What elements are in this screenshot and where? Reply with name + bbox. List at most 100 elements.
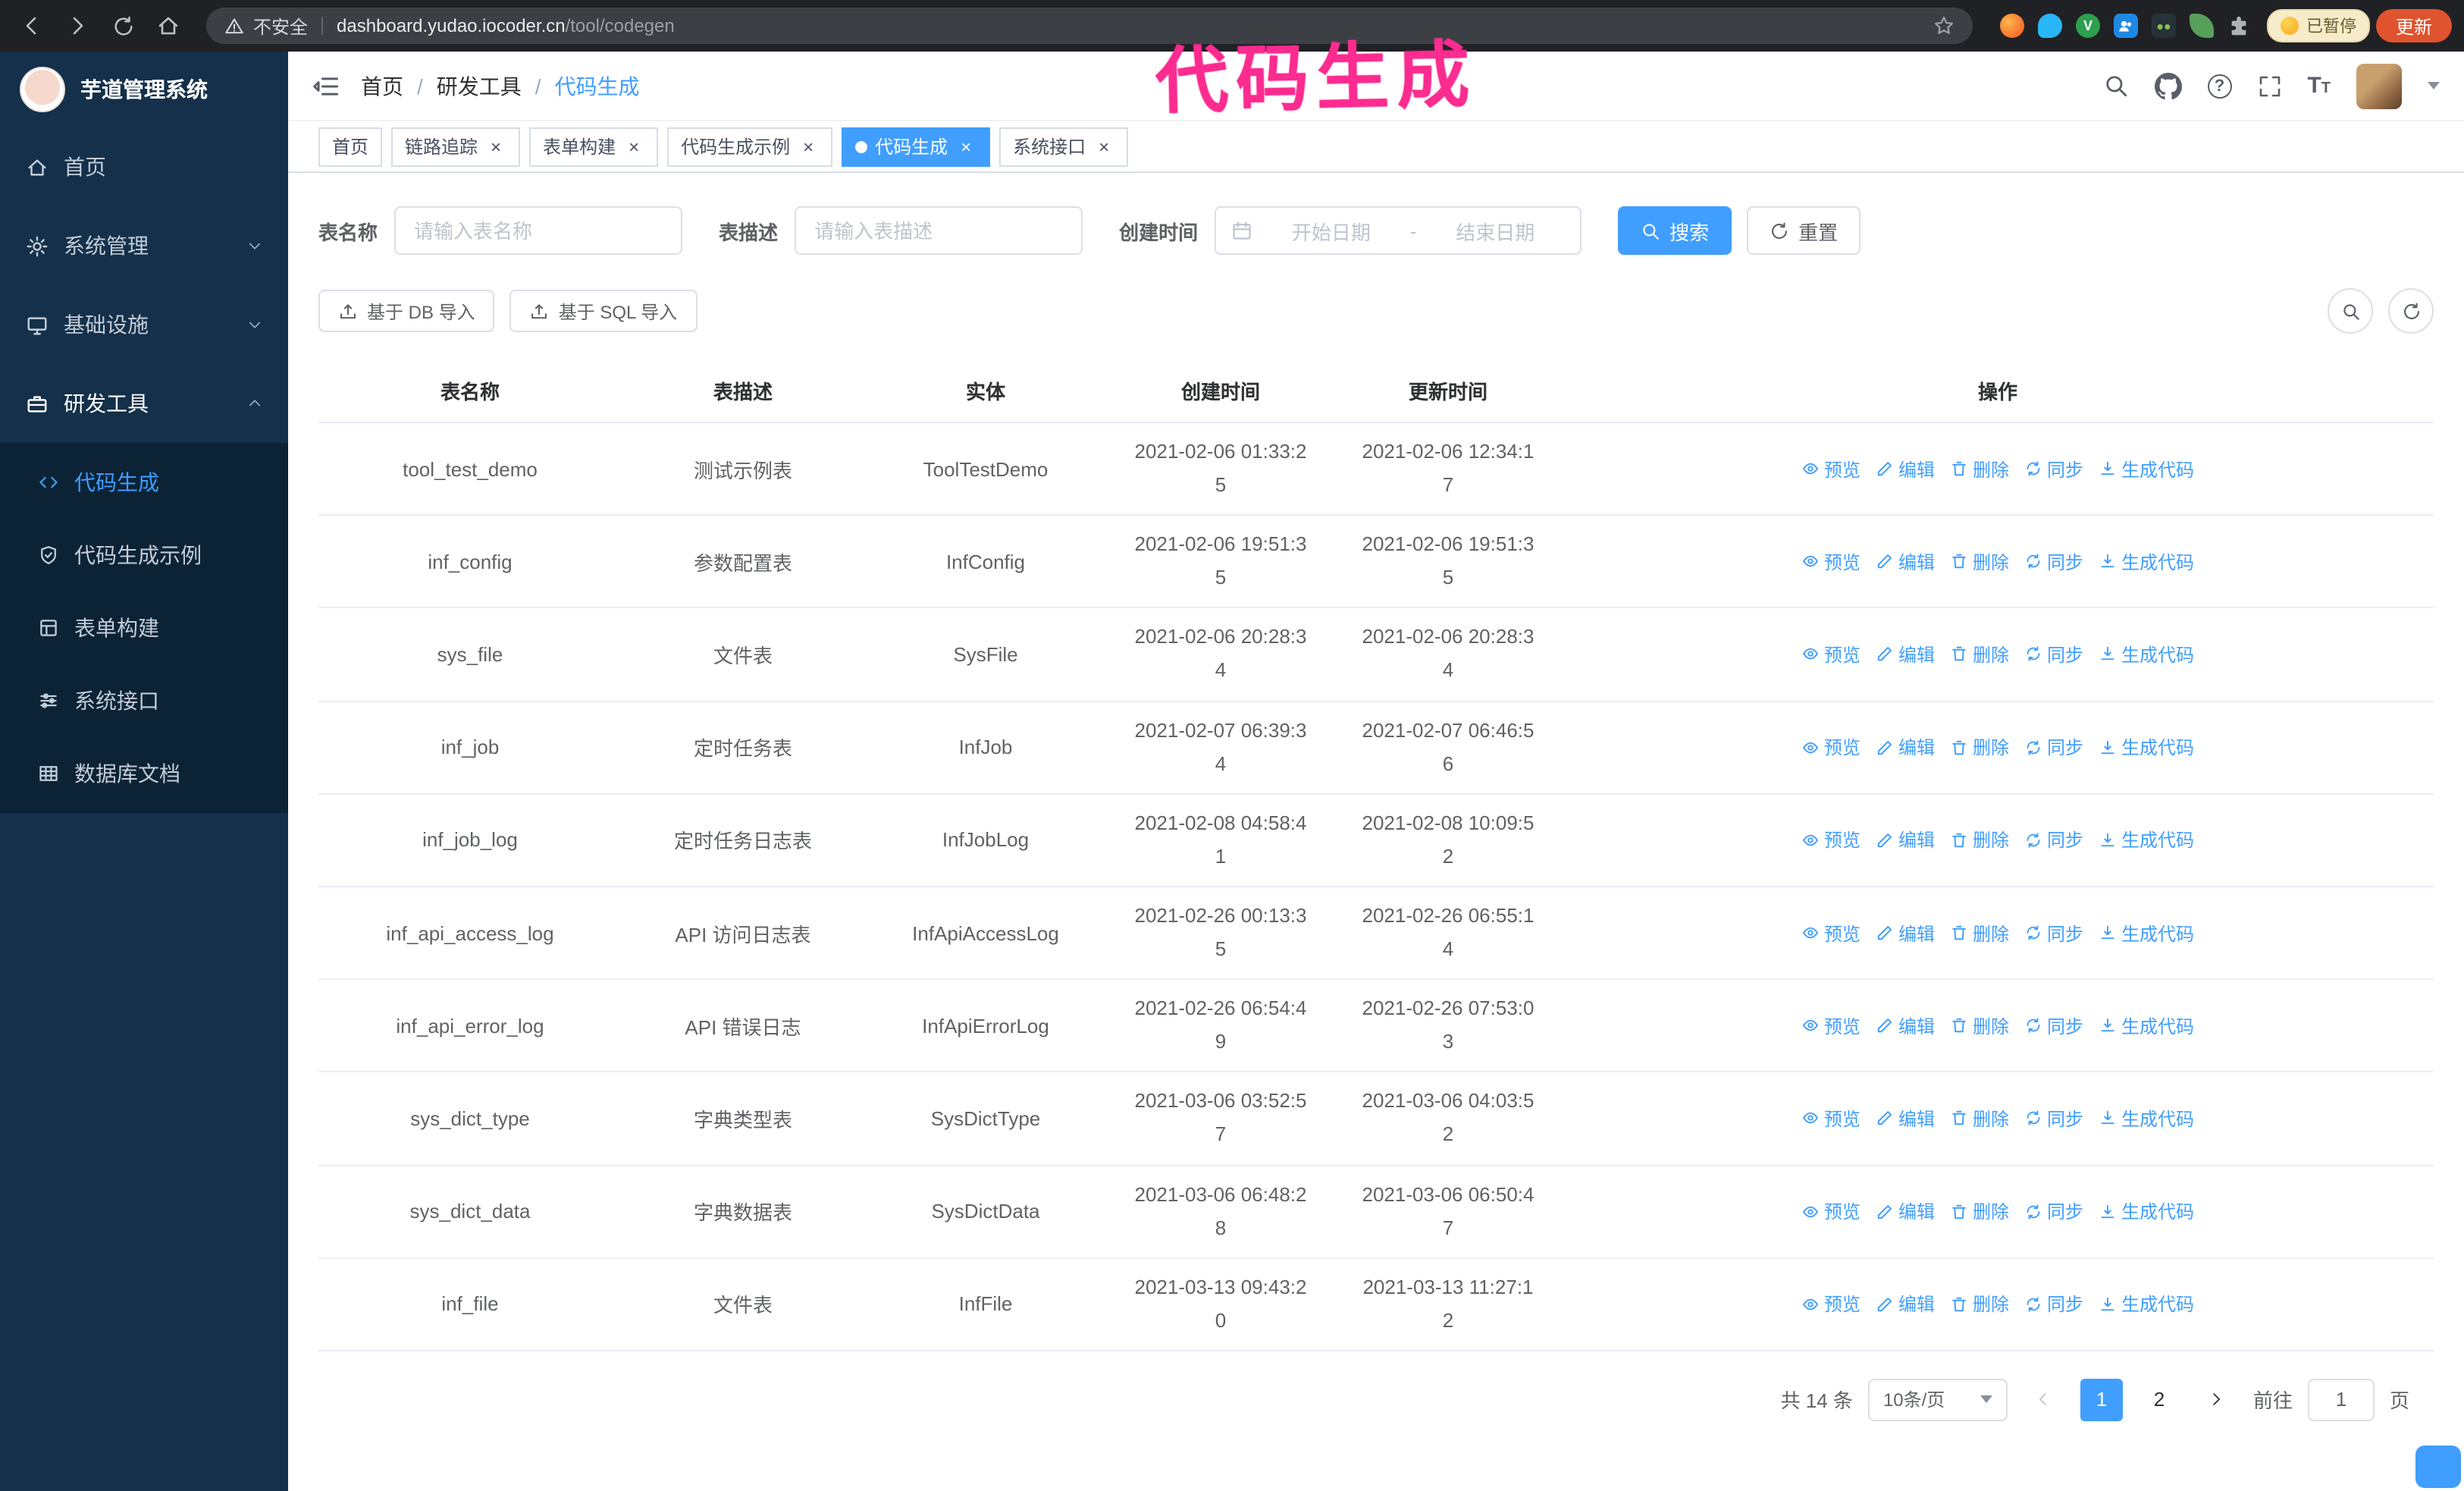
help-icon[interactable]: ? — [2207, 74, 2232, 98]
delete-link[interactable]: 删除 — [1950, 920, 2009, 946]
tab-codegen-example[interactable]: 代码生成示例 × — [667, 127, 833, 166]
date-start-placeholder[interactable]: 开始日期 — [1262, 216, 1401, 245]
edit-link[interactable]: 编辑 — [1876, 549, 1935, 575]
generate-code-link[interactable]: 生成代码 — [2099, 549, 2194, 575]
font-size-icon[interactable]: TT — [2307, 74, 2331, 97]
collapse-sidebar-icon[interactable] — [312, 72, 340, 99]
date-end-placeholder[interactable]: 结束日期 — [1425, 216, 1565, 245]
bookmark-star-icon[interactable] — [1933, 15, 1955, 36]
search-icon[interactable] — [2102, 73, 2128, 99]
sync-link[interactable]: 同步 — [2024, 1012, 2083, 1038]
reset-button[interactable]: 重置 — [1747, 206, 1861, 255]
sidebar-item-home[interactable]: 首页 — [0, 127, 288, 206]
address-bar[interactable]: 不安全 dashboard.yudao.iocoder.cn/tool/code… — [206, 8, 1973, 44]
preview-link[interactable]: 预览 — [1801, 1012, 1861, 1038]
prev-page-button[interactable] — [2023, 1379, 2065, 1421]
edit-link[interactable]: 编辑 — [1876, 1198, 1935, 1224]
search-button[interactable]: 搜索 — [1618, 206, 1732, 255]
refresh-table-button[interactable] — [2388, 288, 2434, 334]
delete-link[interactable]: 删除 — [1950, 549, 2009, 575]
preview-link[interactable]: 预览 — [1801, 642, 1861, 667]
sync-link[interactable]: 同步 — [2024, 549, 2083, 575]
preview-link[interactable]: 预览 — [1801, 1198, 1861, 1224]
edit-link[interactable]: 编辑 — [1876, 734, 1935, 760]
sidebar-item-db-doc[interactable]: 数据库文档 — [0, 737, 288, 810]
delete-link[interactable]: 删除 — [1950, 642, 2009, 667]
edit-link[interactable]: 编辑 — [1876, 456, 1935, 482]
sidebar-item-dev-tools[interactable]: 研发工具 — [0, 364, 288, 443]
extension-icon-dark[interactable]: ●● — [2151, 14, 2176, 38]
delete-link[interactable]: 删除 — [1950, 456, 2009, 482]
table-name-input[interactable] — [394, 206, 683, 255]
edit-link[interactable]: 编辑 — [1876, 1292, 1935, 1317]
app-logo-row[interactable]: 芋道管理系统 — [0, 52, 288, 127]
sync-link[interactable]: 同步 — [2024, 456, 2083, 482]
sync-link[interactable]: 同步 — [2024, 1106, 2083, 1132]
generate-code-link[interactable]: 生成代码 — [2099, 734, 2194, 760]
page-size-select[interactable]: 10条/页 — [1867, 1378, 2008, 1421]
preview-link[interactable]: 预览 — [1801, 1106, 1861, 1132]
delete-link[interactable]: 删除 — [1950, 827, 2009, 853]
date-range-picker[interactable]: 开始日期 - 结束日期 — [1215, 206, 1582, 255]
generate-code-link[interactable]: 生成代码 — [2099, 827, 2194, 853]
sync-link[interactable]: 同步 — [2024, 827, 2083, 853]
generate-code-link[interactable]: 生成代码 — [2099, 1012, 2194, 1038]
sync-link[interactable]: 同步 — [2024, 642, 2083, 667]
extension-icon-people[interactable] — [2113, 14, 2138, 38]
fullscreen-icon[interactable] — [2257, 74, 2281, 98]
preview-link[interactable]: 预览 — [1801, 827, 1861, 853]
tab-codegen[interactable]: 代码生成 × — [842, 127, 991, 166]
import-db-button[interactable]: 基于 DB 导入 — [318, 290, 495, 332]
close-tab-icon[interactable]: × — [623, 136, 644, 157]
preview-link[interactable]: 预览 — [1801, 549, 1861, 575]
browser-update-button[interactable]: 更新 — [2375, 9, 2452, 42]
browser-forward-button[interactable] — [58, 6, 97, 46]
sidebar-item-codegen[interactable]: 代码生成 — [0, 446, 288, 519]
user-avatar[interactable] — [2356, 63, 2402, 108]
table-desc-input[interactable] — [795, 206, 1083, 255]
browser-reload-button[interactable] — [103, 6, 143, 46]
browser-home-button[interactable] — [149, 6, 188, 46]
preview-link[interactable]: 预览 — [1801, 734, 1861, 760]
close-tab-icon[interactable]: × — [1093, 136, 1114, 157]
extension-icon-orange[interactable] — [1999, 14, 2024, 38]
preview-link[interactable]: 预览 — [1801, 1292, 1861, 1317]
close-tab-icon[interactable]: × — [798, 136, 819, 157]
generate-code-link[interactable]: 生成代码 — [2099, 1106, 2194, 1132]
sync-link[interactable]: 同步 — [2024, 1198, 2083, 1224]
delete-link[interactable]: 删除 — [1950, 734, 2009, 760]
breadcrumb-dev-tools[interactable]: 研发工具 — [437, 71, 522, 101]
sidebar-item-form-builder[interactable]: 表单构建 — [0, 592, 288, 664]
generate-code-link[interactable]: 生成代码 — [2099, 1198, 2194, 1224]
tab-system-api[interactable]: 系统接口 × — [999, 127, 1129, 166]
delete-link[interactable]: 删除 — [1950, 1012, 2009, 1038]
sync-link[interactable]: 同步 — [2024, 734, 2083, 760]
edit-link[interactable]: 编辑 — [1876, 827, 1935, 853]
sync-link[interactable]: 同步 — [2024, 920, 2083, 946]
extension-paused-badge[interactable]: 已暂停 — [2266, 9, 2370, 42]
delete-link[interactable]: 删除 — [1950, 1106, 2009, 1132]
avatar-caret-icon[interactable] — [2428, 82, 2440, 89]
extensions-puzzle-icon[interactable] — [2227, 14, 2252, 38]
edit-link[interactable]: 编辑 — [1876, 1106, 1935, 1132]
toggle-search-button[interactable] — [2328, 288, 2373, 334]
extension-icon-drop[interactable] — [2037, 14, 2062, 38]
edit-link[interactable]: 编辑 — [1876, 920, 1935, 946]
close-tab-icon[interactable]: × — [955, 136, 977, 157]
delete-link[interactable]: 删除 — [1950, 1292, 2009, 1317]
extension-icon-green-check[interactable]: V — [2075, 14, 2100, 38]
page-button-2[interactable]: 2 — [2138, 1379, 2180, 1421]
generate-code-link[interactable]: 生成代码 — [2099, 920, 2194, 946]
sidebar-item-system-management[interactable]: 系统管理 — [0, 206, 288, 285]
page-button-1[interactable]: 1 — [2080, 1378, 2123, 1421]
sidebar-item-infrastructure[interactable]: 基础设施 — [0, 285, 288, 364]
breadcrumb-home[interactable]: 首页 — [361, 71, 403, 101]
floating-widget[interactable] — [2415, 1445, 2461, 1488]
sidebar-item-system-api[interactable]: 系统接口 — [0, 664, 288, 737]
github-icon[interactable] — [2154, 72, 2182, 99]
close-tab-icon[interactable]: × — [485, 136, 506, 157]
goto-page-input[interactable] — [2307, 1378, 2375, 1421]
sidebar-item-codegen-example[interactable]: 代码生成示例 — [0, 519, 288, 592]
edit-link[interactable]: 编辑 — [1876, 642, 1935, 667]
sync-link[interactable]: 同步 — [2024, 1292, 2083, 1317]
